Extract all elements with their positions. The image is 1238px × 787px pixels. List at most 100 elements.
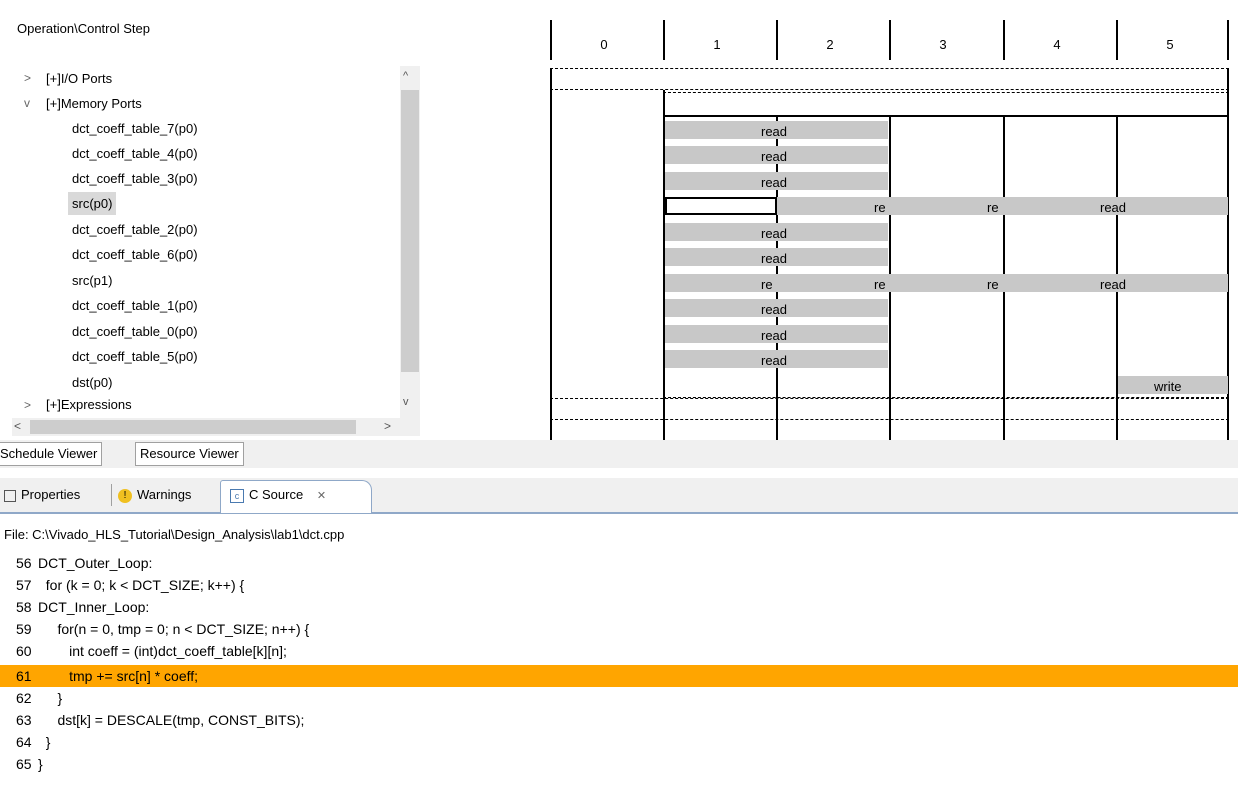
properties-icon <box>4 489 16 502</box>
tab-resource-viewer[interactable]: Resource Viewer <box>135 442 244 466</box>
tab-label: C Source <box>249 487 304 502</box>
tree-item-memory-ports[interactable]: v [+]Memory Ports <box>12 91 400 116</box>
header-divider <box>889 20 891 60</box>
tree-item-label: dct_coeff_table_7(p0) <box>72 121 198 136</box>
code-text: } <box>38 690 63 706</box>
tree-vertical-scroll-thumb[interactable] <box>401 90 419 372</box>
code-line: 56 DCT_Outer_Loop: <box>0 552 1238 574</box>
step-header-5: 5 <box>1166 37 1174 52</box>
op-bar-dct-coeff-table-4[interactable]: read <box>665 146 888 164</box>
op-bar-dct-coeff-table-6[interactable]: read <box>665 248 888 266</box>
op-bar-dct-coeff-table-7[interactable]: read <box>665 121 888 139</box>
code-line: 59 for(n = 0, tmp = 0; n < DCT_SIZE; n++… <box>0 618 1238 640</box>
header-divider <box>1003 20 1005 60</box>
tree-item-label: dct_coeff_table_1(p0) <box>72 298 198 313</box>
op-bar-label: read <box>761 226 788 241</box>
tree-item-op[interactable]: dct_coeff_table_6(p0) <box>72 242 198 267</box>
step-header-0: 0 <box>600 37 608 52</box>
code-text: DCT_Inner_Loop: <box>38 599 150 615</box>
operation-column-header: Operation\Control Step <box>17 21 150 36</box>
op-bar-src-p1[interactable]: re re re read <box>665 274 1228 292</box>
operation-tree: > [+]I/O Ports v [+]Memory Ports dct_coe… <box>12 66 440 418</box>
op-bar-label: re <box>987 200 999 215</box>
code-editor[interactable]: 56 DCT_Outer_Loop: 57 for (k = 0; k < DCT… <box>0 552 1238 787</box>
op-bar-label: re <box>761 277 773 292</box>
line-number: 64 <box>16 734 32 750</box>
tree-item-op[interactable]: dct_coeff_table_2(p0) <box>72 217 198 242</box>
tab-label: Properties <box>21 487 81 502</box>
op-bar-dst-p0[interactable]: write <box>1118 376 1228 394</box>
tree-item-label: [+]Expressions <box>46 397 132 412</box>
chevron-right-icon[interactable]: > <box>24 66 31 91</box>
tree-item-op[interactable]: dct_coeff_table_0(p0) <box>72 319 198 344</box>
op-bar-dct-coeff-table-5[interactable]: read <box>665 350 888 368</box>
tree-item-label: dct_coeff_table_0(p0) <box>72 324 198 339</box>
chevron-down-icon[interactable]: v <box>24 91 30 116</box>
scroll-right-icon[interactable]: > <box>384 419 391 433</box>
expressions-border <box>550 398 1229 399</box>
op-bar-label: read <box>761 328 788 343</box>
tree-item-io-ports[interactable]: > [+]I/O Ports <box>12 66 400 91</box>
line-number: 65 <box>16 756 32 772</box>
tree-item-label: dst(p0) <box>72 375 113 390</box>
tree-item-op[interactable]: dct_coeff_table_5(p0) <box>72 344 198 369</box>
code-text: for(n = 0, tmp = 0; n < DCT_SIZE; n++) { <box>38 621 310 637</box>
tree-item-label: src(p1) <box>72 273 113 288</box>
tree-item-op[interactable]: dct_coeff_table_7(p0) <box>72 116 198 141</box>
tree-item-label: dct_coeff_table_2(p0) <box>72 222 198 237</box>
op-bar-label: read <box>761 251 788 266</box>
tab-schedule-viewer[interactable]: Schedule Viewer <box>0 442 103 466</box>
warning-icon: ! <box>118 488 132 503</box>
op-bar-dct-coeff-table-0[interactable]: read <box>665 325 888 343</box>
tab-divider <box>111 484 112 506</box>
selected-op-marker <box>665 197 777 215</box>
tree-item-label: src(p0) <box>72 196 113 211</box>
tree-horizontal-scroll-thumb[interactable] <box>30 420 356 434</box>
code-line: 63 dst[k] = DESCALE(tmp, CONST_BITS); <box>0 709 1238 731</box>
header-divider <box>663 20 665 60</box>
op-bar-label: read <box>761 149 788 164</box>
tree-item-op[interactable]: dct_coeff_table_3(p0) <box>72 166 198 191</box>
op-bar-dct-coeff-table-1[interactable]: read <box>665 299 888 317</box>
scroll-down-icon[interactable]: v <box>403 396 409 408</box>
line-number: 61 <box>16 668 32 684</box>
code-line: 60 int coeff = (int)dct_coeff_table[k][n… <box>0 640 1238 662</box>
tree-item-op[interactable]: dct_coeff_table_4(p0) <box>72 141 198 166</box>
header-divider <box>550 20 552 60</box>
c-file-icon: c <box>230 488 244 503</box>
scroll-left-icon[interactable]: < <box>14 419 21 433</box>
op-bar-dct-coeff-table-2[interactable]: read <box>665 223 888 241</box>
tree-item-op[interactable]: src(p1) <box>72 268 112 293</box>
tab-label: Warnings <box>137 487 192 502</box>
code-text: tmp += src[n] * coeff; <box>38 668 199 684</box>
code-line: 62 } <box>0 687 1238 709</box>
expressions-border <box>550 419 1229 420</box>
code-text: } <box>38 756 43 772</box>
io-ports-border <box>550 89 1229 90</box>
tree-item-expressions[interactable]: > [+]Expressions <box>12 395 400 415</box>
tab-c-source-content[interactable]: c C Source ✕ <box>230 482 326 508</box>
op-bar-label: write <box>1154 379 1182 394</box>
tree-item-op-selected[interactable]: src(p0) <box>68 192 117 215</box>
line-number: 56 <box>16 555 32 571</box>
step-header-4: 4 <box>1053 37 1061 52</box>
io-ports-border <box>550 68 1229 69</box>
line-number: 57 <box>16 577 32 593</box>
memory-ports-header-line <box>663 115 1229 117</box>
tree-item-label: [+]I/O Ports <box>46 71 113 86</box>
chevron-right-icon[interactable]: > <box>24 395 31 415</box>
op-bar-label: read <box>1100 277 1127 292</box>
tree-item-op[interactable]: dst(p0) <box>72 370 112 395</box>
code-line: 64 } <box>0 731 1238 753</box>
scroll-up-icon[interactable]: ^ <box>403 70 408 82</box>
code-text: for (k = 0; k < DCT_SIZE; k++) { <box>38 577 245 593</box>
tab-warnings[interactable]: ! Warnings <box>118 482 191 508</box>
op-bar-dct-coeff-table-3[interactable]: read <box>665 172 888 190</box>
op-bar-label: read <box>761 124 788 139</box>
tab-properties[interactable]: Properties <box>4 482 80 508</box>
code-text: int coeff = (int)dct_coeff_table[k][n]; <box>38 643 287 659</box>
op-bar-label: re <box>987 277 999 292</box>
tree-item-op[interactable]: dct_coeff_table_1(p0) <box>72 293 198 318</box>
tree-item-label: [+]Memory Ports <box>46 96 142 111</box>
close-icon[interactable]: ✕ <box>317 490 326 502</box>
